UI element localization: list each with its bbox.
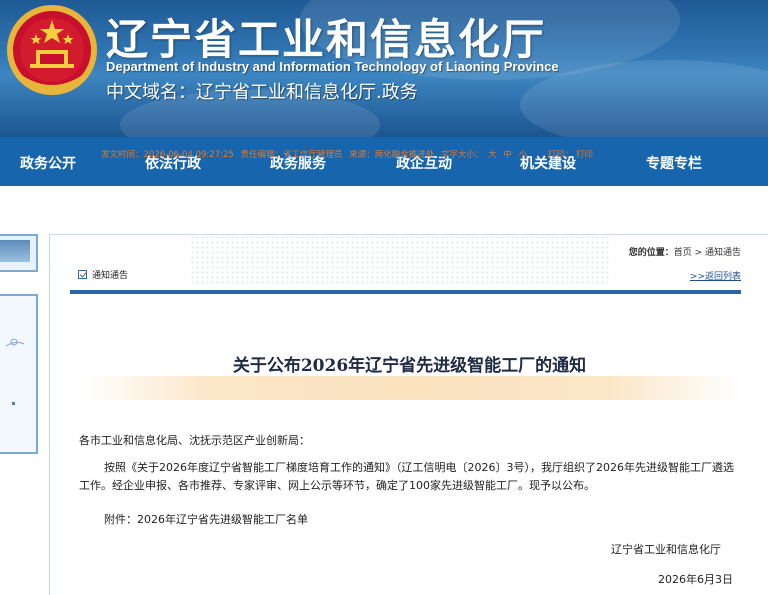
- section-heading: 通知通告: [78, 268, 128, 281]
- checkbox-edit-icon: [78, 270, 87, 279]
- decorative-map-pattern: [190, 235, 610, 285]
- breadcrumb: 您的位置：首页 > 通知通告: [629, 245, 741, 258]
- article-date: 2026年6月3日: [658, 573, 733, 586]
- article-meta: 发文时间：2026-06-04 09:27:25 责任编辑：省工信厅管理员 来源…: [101, 148, 597, 160]
- nav-item-special-topics[interactable]: 专题专栏: [646, 153, 702, 173]
- font-size-small-button[interactable]: 小: [519, 150, 528, 160]
- article-addressee: 各市工业和信息化局、沈抚示范区产业创新局：: [79, 434, 310, 447]
- main-nav: 政务公开 依法行政 政务服务 政企互动 机关建设 专题专栏: [0, 137, 768, 186]
- breadcrumb-separator: >: [691, 248, 705, 258]
- font-size-medium-button[interactable]: 中: [503, 150, 512, 160]
- meta-font-size-label: 文字大小：: [440, 150, 484, 160]
- meta-source: 来源：两化融合推进处: [349, 150, 435, 160]
- breadcrumb-label: 您的位置：: [628, 248, 674, 258]
- breadcrumb-home-link[interactable]: 首页: [674, 248, 692, 258]
- meta-bar-background: [81, 376, 741, 400]
- article-attachment-link[interactable]: 附件：2026年辽宁省先进级智能工厂名单: [104, 511, 308, 529]
- sidebar-illustration-icon: [5, 338, 25, 405]
- header-banner: 辽宁省工业和信息化厅 Department of Industry and In…: [0, 0, 768, 137]
- site-english-name: Department of Industry and Information T…: [106, 59, 559, 74]
- section-divider: [70, 290, 741, 294]
- national-emblem-icon: [7, 5, 97, 95]
- site-domain-label: 中文域名：辽宁省工业和信息化厅.政务: [106, 82, 418, 103]
- site-title: 辽宁省工业和信息化厅: [106, 15, 547, 64]
- sidebar-panel: [0, 294, 38, 454]
- print-label[interactable]: 打印：: [548, 150, 574, 160]
- nav-item-government-affairs[interactable]: 政务公开: [20, 153, 76, 173]
- font-size-large-button[interactable]: 大: [488, 150, 497, 160]
- meta-published-time: 发文时间：2026-06-04 09:27:25: [101, 150, 234, 160]
- print-button[interactable]: 打印: [576, 150, 593, 160]
- article-signature: 辽宁省工业和信息化厅: [611, 543, 721, 556]
- section-title: 通知通告: [92, 271, 129, 281]
- article-title: 关于公布2026年辽宁省先进级智能工厂的通知: [232, 356, 587, 376]
- article-body: 按照《关于2026年度辽宁省智能工厂梯度培育工作的通知》（辽工信明电〔2026〕…: [79, 461, 734, 492]
- breadcrumb-current-link[interactable]: 通知通告: [705, 248, 741, 258]
- back-to-list-link[interactable]: >>返回列表: [690, 269, 741, 282]
- meta-editor: 责任编辑：省工信厅管理员: [240, 150, 343, 160]
- sidebar-thumbnail[interactable]: [0, 240, 30, 262]
